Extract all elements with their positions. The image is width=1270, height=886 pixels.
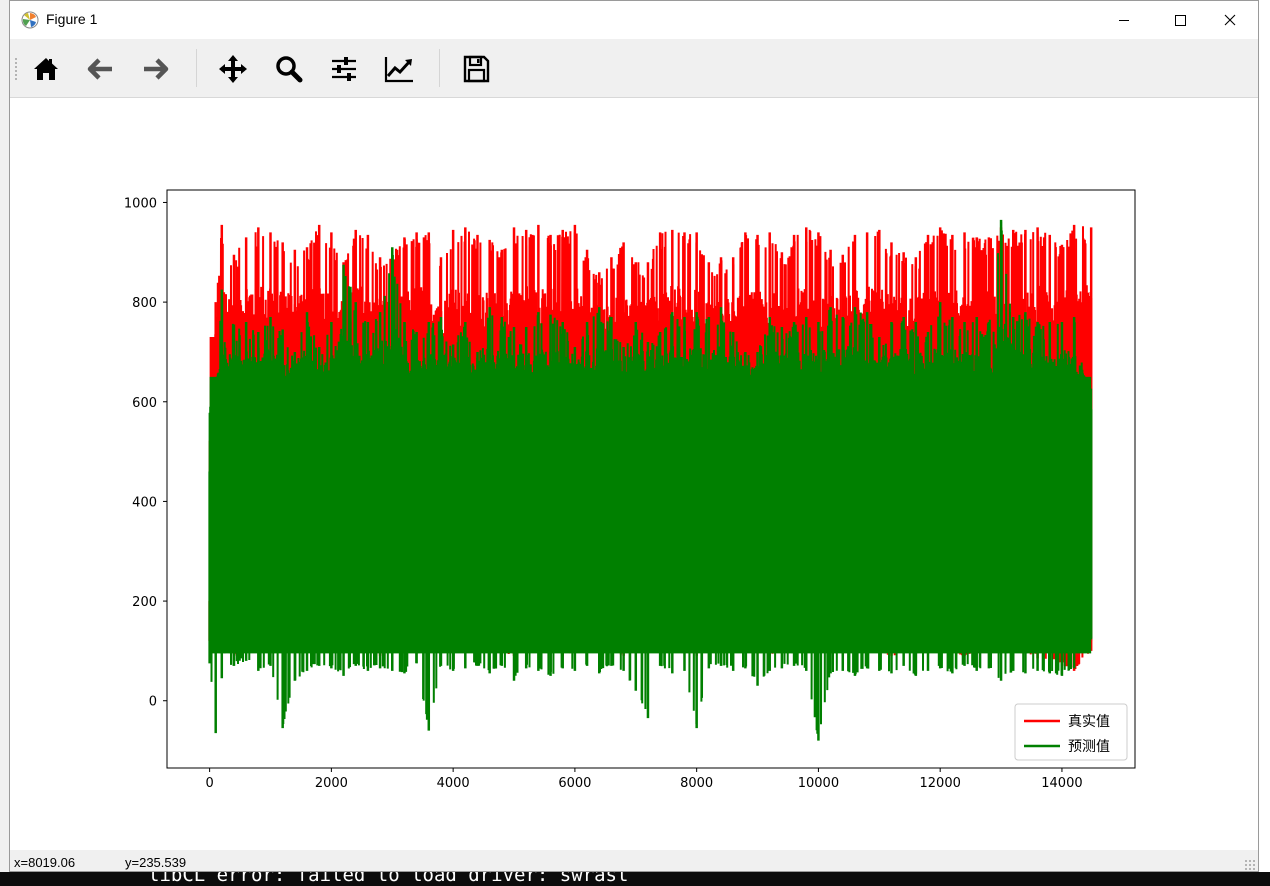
maximize-button[interactable] xyxy=(1152,1,1208,39)
minimize-icon xyxy=(1119,20,1129,21)
pan-button[interactable] xyxy=(216,52,250,86)
zoom-icon xyxy=(276,56,303,83)
zoom-button[interactable] xyxy=(272,52,306,86)
x-tick-label: 12000 xyxy=(920,776,961,791)
save-button[interactable] xyxy=(459,52,493,86)
configure-subplots-button[interactable] xyxy=(327,52,361,86)
toolbar-grip[interactable] xyxy=(14,57,18,81)
pan-icon xyxy=(219,55,247,83)
terminal-text: libCL error: failed to load driver: swra… xyxy=(148,872,629,886)
navigation-toolbar xyxy=(10,39,1258,98)
title-bar[interactable]: Figure 1 xyxy=(10,1,1258,39)
status-bar: x=8019.06 y=235.539 xyxy=(10,850,1258,871)
home-button[interactable] xyxy=(29,52,63,86)
window-title: Figure 1 xyxy=(46,11,98,27)
close-icon xyxy=(1224,14,1236,26)
toolbar-separator xyxy=(439,49,440,87)
x-tick-label: 6000 xyxy=(558,776,591,791)
legend-label: 预测值 xyxy=(1068,739,1110,755)
figure-canvas[interactable]: 0 2000 4000 6000 8000 10000 12000 14000 0 200 400 6… xyxy=(10,98,1258,850)
forward-arrow-icon xyxy=(144,58,169,80)
minimize-button[interactable] xyxy=(1096,1,1152,39)
maximize-icon xyxy=(1175,15,1186,26)
cursor-x-readout: x=8019.06 xyxy=(14,855,76,870)
y-tick-label: 1000 xyxy=(124,196,157,211)
y-tick-label: 600 xyxy=(132,396,157,411)
back-arrow-icon xyxy=(87,58,112,80)
x-tick-label: 4000 xyxy=(437,776,470,791)
toolbar-separator xyxy=(196,49,197,87)
forward-button[interactable] xyxy=(138,52,172,86)
close-button[interactable] xyxy=(1204,1,1258,39)
line-chart: 0 2000 4000 6000 8000 10000 12000 14000 0 200 400 6… xyxy=(124,189,1136,791)
cursor-y-readout: y=235.539 xyxy=(125,855,187,870)
subplots-config-icon xyxy=(332,57,356,81)
x-tick-label: 10000 xyxy=(798,776,839,791)
home-icon xyxy=(34,58,58,80)
y-tick-label: 0 xyxy=(149,695,157,710)
x-tick-label: 14000 xyxy=(1041,776,1082,791)
y-tick-label: 400 xyxy=(132,495,157,510)
back-button[interactable] xyxy=(84,52,118,86)
x-tick-label: 8000 xyxy=(680,776,713,791)
background-desktop-strip xyxy=(1259,0,1270,872)
background-terminal: libCL error: failed to load driver: swra… xyxy=(0,872,1270,886)
edit-curve-icon xyxy=(384,57,413,83)
y-tick-label: 800 xyxy=(132,296,157,311)
x-tick-label: 2000 xyxy=(315,776,348,791)
matplotlib-icon xyxy=(21,11,39,29)
save-icon xyxy=(463,55,490,83)
y-tick-label: 200 xyxy=(132,595,157,610)
figure-window: Figure 1 0 2000 4000 6000 8000 10000 120… xyxy=(9,0,1259,872)
edit-curves-button[interactable] xyxy=(382,52,416,86)
x-tick-label: 0 xyxy=(205,776,213,791)
legend-label: 真实值 xyxy=(1068,714,1110,730)
resize-grip[interactable] xyxy=(1244,859,1256,871)
